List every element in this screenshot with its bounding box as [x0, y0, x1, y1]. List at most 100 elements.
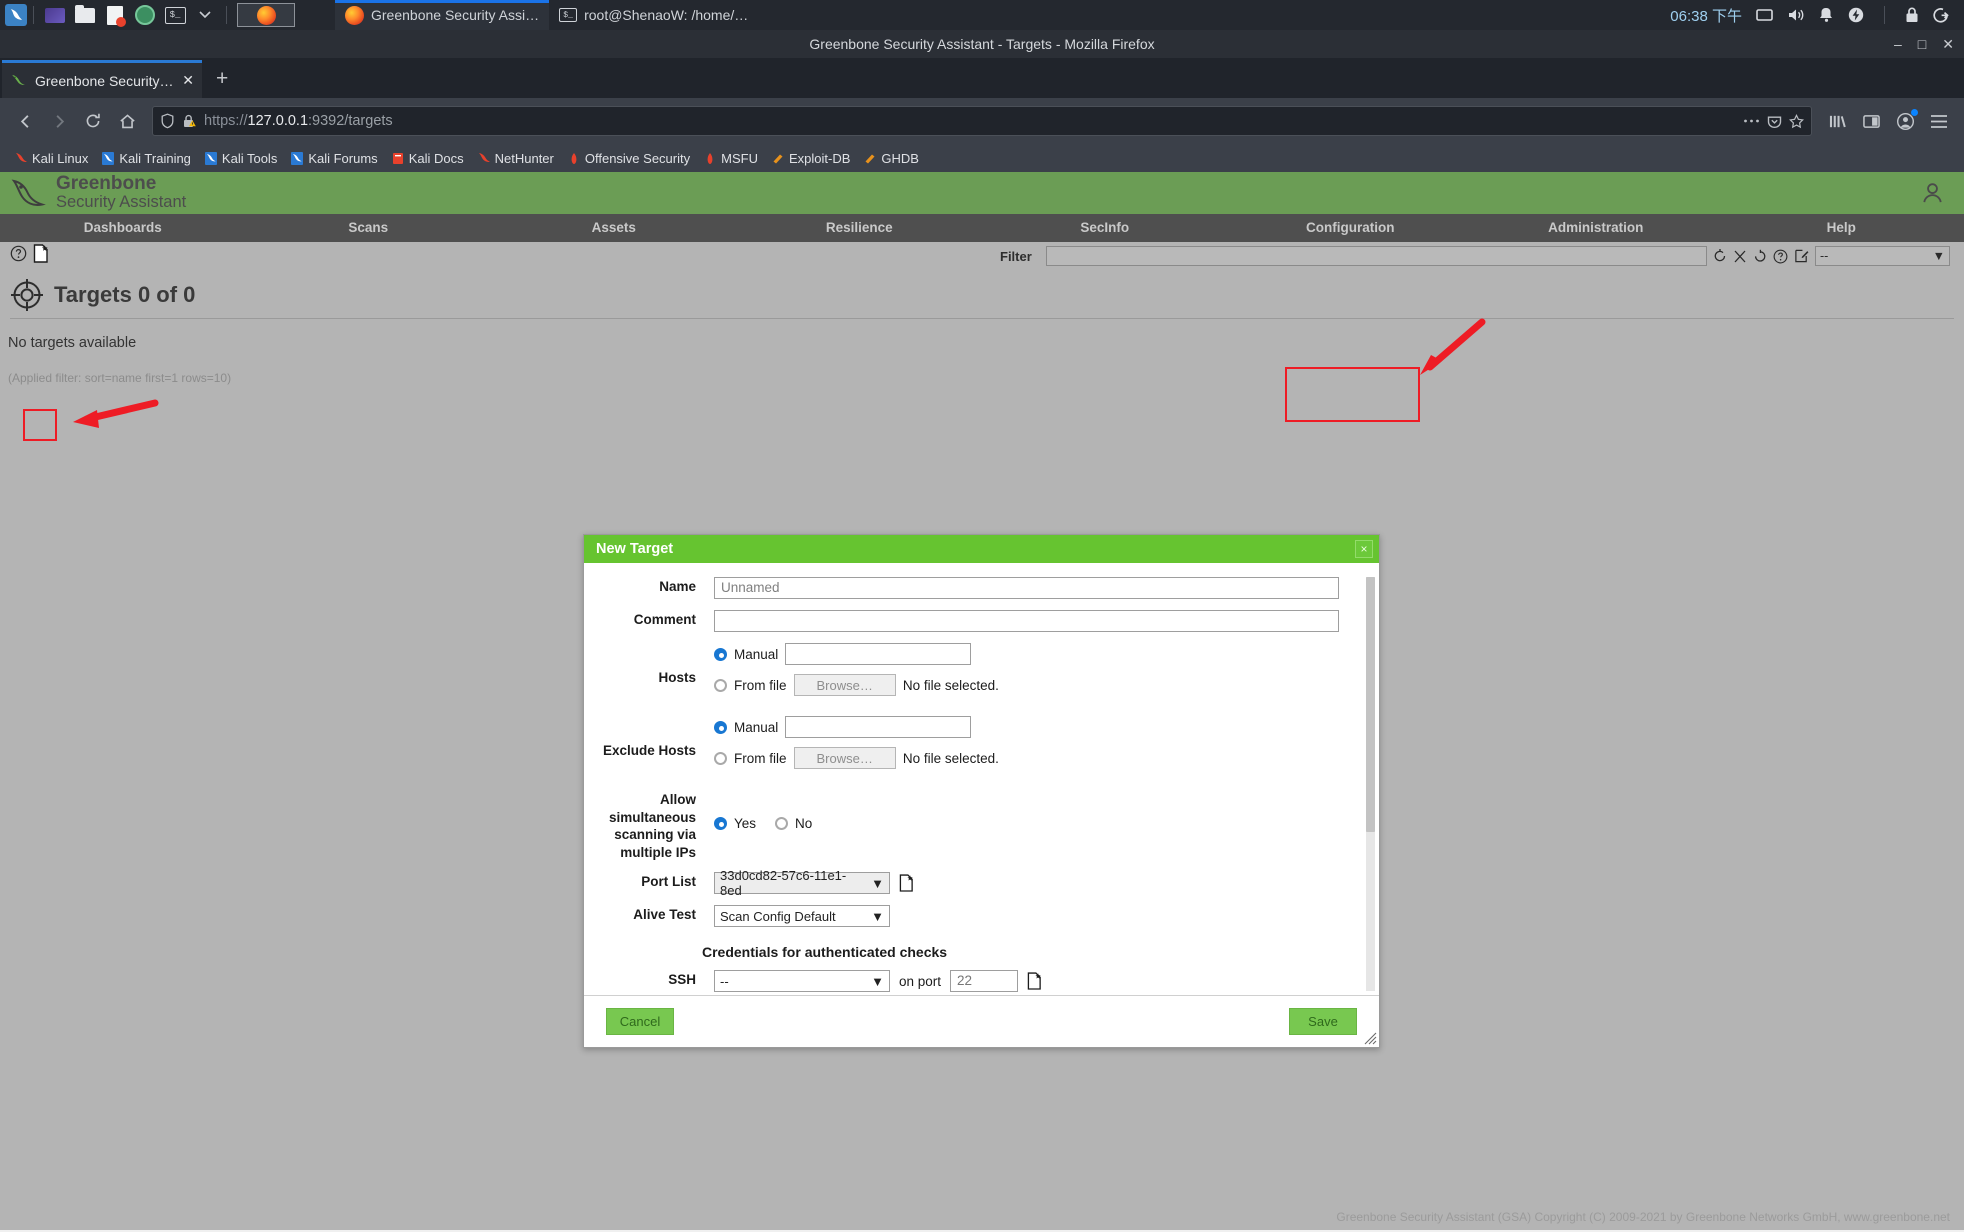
close-button[interactable]: ✕: [1942, 36, 1954, 53]
reset-icon[interactable]: [1733, 249, 1747, 264]
hosts-manual-label: Manual: [734, 647, 778, 662]
resize-grip-icon[interactable]: [1364, 1032, 1377, 1045]
clock[interactable]: 06:38 下午: [1670, 5, 1742, 26]
comment-input[interactable]: [714, 610, 1339, 632]
name-input[interactable]: Unnamed: [714, 577, 1339, 599]
bookmark-kali-docs[interactable]: Kali Docs: [385, 147, 471, 169]
bookmark-kali-forums[interactable]: Kali Forums: [284, 147, 384, 169]
lock-icon[interactable]: [1905, 7, 1919, 23]
hosts-manual-radio[interactable]: [714, 648, 727, 661]
exclude-manual-radio[interactable]: [714, 721, 727, 734]
nav-item-assets[interactable]: Assets: [491, 214, 737, 242]
kali-menu-icon[interactable]: [5, 4, 27, 26]
power-icon[interactable]: [1848, 7, 1864, 23]
help-circle-icon[interactable]: [1773, 249, 1788, 264]
new-target-icon[interactable]: [33, 244, 49, 268]
filter-preset-select[interactable]: -- ▼: [1815, 246, 1950, 266]
active-window-button[interactable]: [237, 3, 295, 27]
nav-item-administration[interactable]: Administration: [1473, 214, 1719, 242]
volume-icon[interactable]: [1787, 7, 1805, 23]
home-button[interactable]: [112, 106, 142, 136]
help-circle-icon[interactable]: [10, 245, 27, 267]
bookmark-nethunter[interactable]: NetHunter: [471, 147, 561, 169]
field-exclude-hosts: Exclude Hosts Manual From file Browse… N…: [584, 716, 1379, 778]
bookmark-offensive-security[interactable]: Offensive Security: [561, 147, 697, 169]
taskbar-window-terminal[interactable]: $_ root@ShenaoW: /home/…: [549, 0, 758, 30]
dialog-scrollbar-thumb[interactable]: [1366, 577, 1375, 832]
display-icon[interactable]: [1756, 8, 1773, 23]
new-tab-button[interactable]: +: [202, 60, 242, 98]
bookmark-star-icon[interactable]: [1789, 114, 1804, 129]
shield-icon[interactable]: [160, 113, 175, 129]
bookmark-kali-tools[interactable]: Kali Tools: [198, 147, 284, 169]
port-list-select[interactable]: 33d0cd82-57c6-11e1-8ed ▼: [714, 872, 890, 894]
taskbar-window-firefox[interactable]: Greenbone Security Assi…: [335, 0, 549, 30]
gsa-filter-controls: Filter -- ▼: [1000, 246, 1964, 266]
hosts-fromfile-radio[interactable]: [714, 679, 727, 692]
tab-close-icon[interactable]: ✕: [182, 72, 194, 89]
reload-button[interactable]: [78, 106, 108, 136]
system-tray: 06:38 下午: [1670, 5, 1964, 26]
exclude-manual-input[interactable]: [785, 716, 971, 738]
terminal-icon[interactable]: $_: [160, 3, 190, 27]
window-controls: – □ ✕: [1894, 36, 1954, 53]
simultaneous-yes-label: Yes: [734, 816, 756, 831]
brand-line-1: Greenbone: [56, 174, 186, 194]
hosts-browse-button[interactable]: Browse…: [794, 674, 896, 696]
account-icon[interactable]: [1890, 106, 1920, 136]
hosts-manual-input[interactable]: [785, 643, 971, 665]
cancel-button[interactable]: Cancel: [606, 1008, 674, 1035]
save-to-pocket-icon[interactable]: [1767, 114, 1782, 129]
bookmark-exploit-db[interactable]: Exploit-DB: [765, 147, 857, 169]
user-account-icon[interactable]: [1919, 179, 1946, 211]
chevron-down-icon: ▼: [1933, 249, 1945, 263]
back-button[interactable]: [10, 106, 40, 136]
save-button[interactable]: Save: [1289, 1008, 1357, 1035]
dialog-scrollbar[interactable]: [1366, 577, 1375, 991]
exclude-fromfile-radio[interactable]: [714, 752, 727, 765]
edit-icon[interactable]: [1794, 248, 1809, 264]
notification-bell-icon[interactable]: [1819, 7, 1834, 23]
nav-item-help[interactable]: Help: [1719, 214, 1964, 242]
new-credential-icon[interactable]: [1027, 972, 1042, 990]
chevron-down-icon[interactable]: [190, 3, 220, 27]
alive-test-select[interactable]: Scan Config Default ▼: [714, 905, 890, 927]
simultaneous-yes-radio[interactable]: [714, 817, 727, 830]
browser-tab[interactable]: Greenbone Security Assi ✕: [2, 60, 202, 98]
nav-item-resilience[interactable]: Resilience: [737, 214, 983, 242]
url-bar[interactable]: https://127.0.0.1:9392/targets: [152, 106, 1812, 136]
bookmark-msfu[interactable]: MSFU: [697, 147, 765, 169]
maximize-button[interactable]: □: [1918, 36, 1926, 53]
credentials-heading: Credentials for authenticated checks: [584, 938, 1379, 970]
ssh-port-input[interactable]: 22: [950, 970, 1018, 992]
browser-icon[interactable]: [130, 3, 160, 27]
exclude-browse-button[interactable]: Browse…: [794, 747, 896, 769]
bookmark-kali-linux[interactable]: Kali Linux: [8, 147, 95, 169]
bookmark-ghdb[interactable]: GHDB: [857, 147, 926, 169]
nav-item-secinfo[interactable]: SecInfo: [982, 214, 1228, 242]
terminal-icon: $_: [559, 8, 577, 22]
text-editor-icon[interactable]: [100, 3, 130, 27]
logout-icon[interactable]: [1933, 7, 1950, 23]
forward-button[interactable]: [44, 106, 74, 136]
bookmark-kali-training[interactable]: Kali Training: [95, 147, 198, 169]
refresh-icon[interactable]: [1713, 248, 1727, 264]
file-manager-icon[interactable]: [70, 3, 100, 27]
close-icon[interactable]: ×: [1355, 540, 1373, 558]
nav-item-scans[interactable]: Scans: [246, 214, 492, 242]
nav-item-configuration[interactable]: Configuration: [1228, 214, 1474, 242]
workspace-icon[interactable]: [40, 3, 70, 27]
page-actions-icon[interactable]: [1743, 118, 1760, 124]
insecure-lock-warning-icon[interactable]: [182, 113, 197, 129]
field-alive-test: Alive Test Scan Config Default ▼: [584, 905, 1379, 927]
nav-item-dashboards[interactable]: Dashboards: [0, 214, 246, 242]
filter-input[interactable]: [1046, 246, 1707, 266]
sidebar-icon[interactable]: [1856, 106, 1886, 136]
new-port-list-icon[interactable]: [899, 874, 914, 892]
app-menu-icon[interactable]: [1924, 106, 1954, 136]
ssh-credential-select[interactable]: -- ▼: [714, 970, 890, 992]
minimize-button[interactable]: –: [1894, 36, 1902, 53]
undo-icon[interactable]: [1753, 249, 1767, 264]
simultaneous-no-radio[interactable]: [775, 817, 788, 830]
library-icon[interactable]: [1822, 106, 1852, 136]
